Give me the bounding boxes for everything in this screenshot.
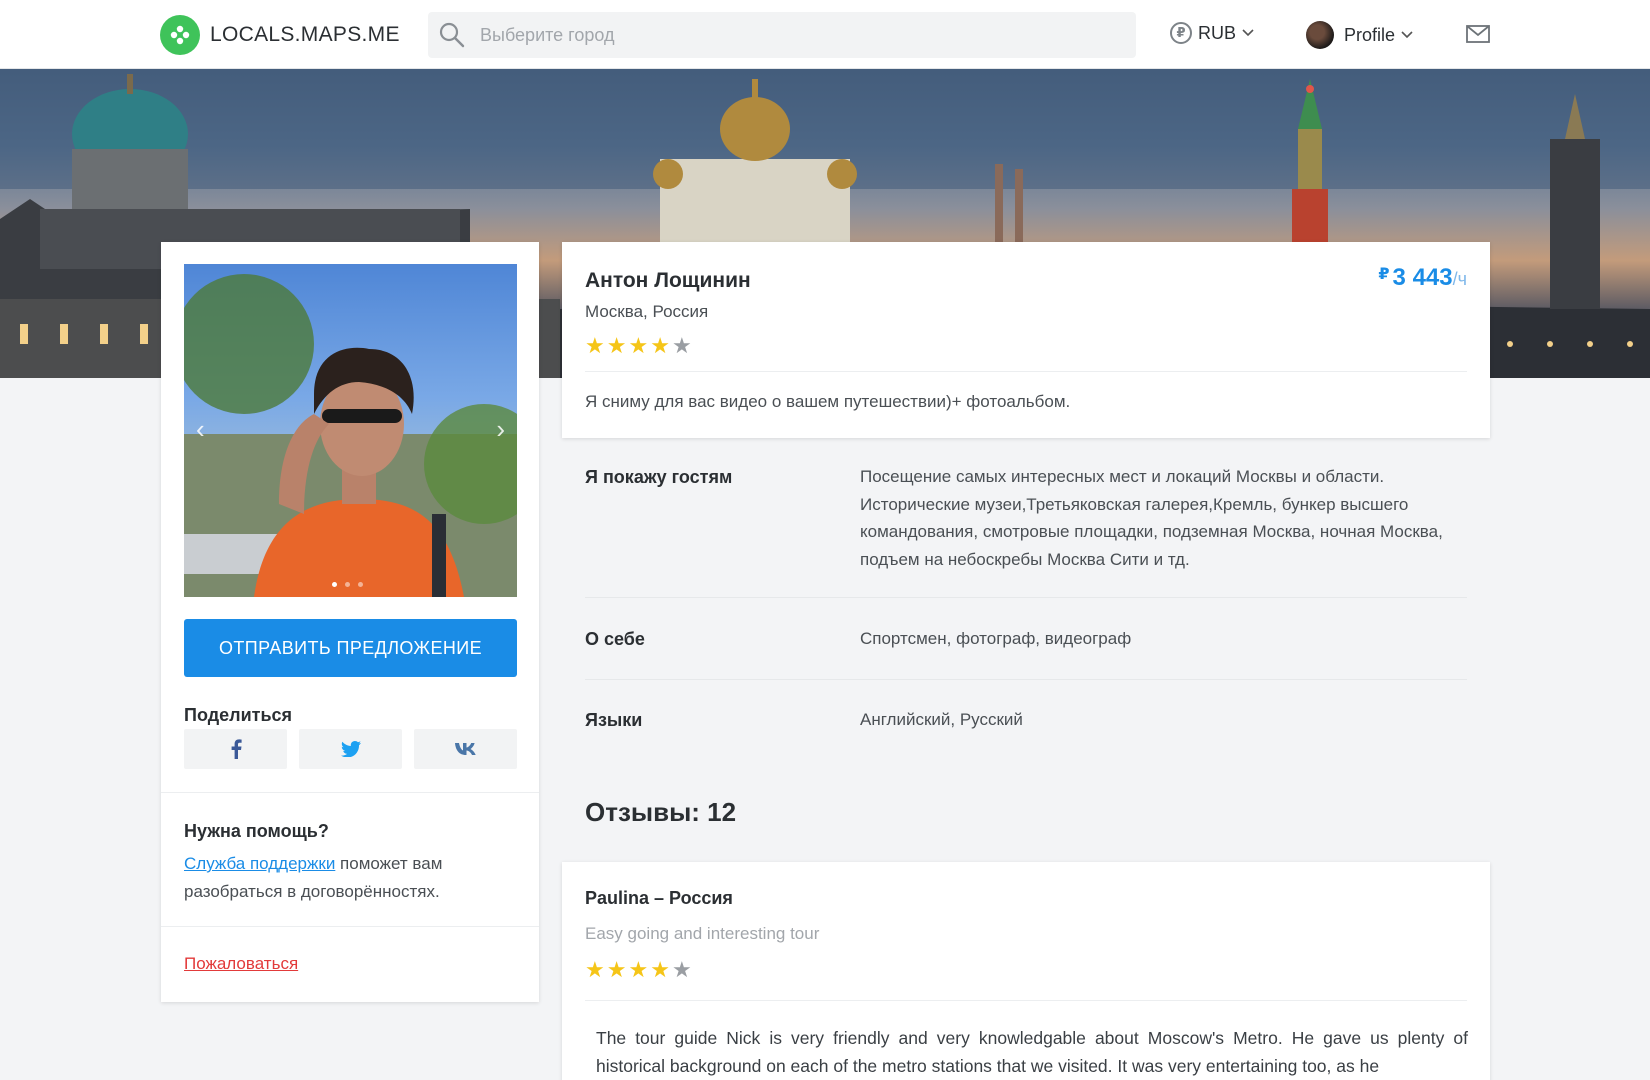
ruble-coin-icon: ₽	[1170, 22, 1192, 44]
star-icon: ★	[606, 333, 627, 358]
guide-location: Москва, Россия	[585, 302, 709, 321]
prev-photo-icon[interactable]: ‹	[196, 414, 205, 445]
star-icon: ★	[585, 957, 605, 982]
divider	[161, 926, 539, 927]
currency-selector[interactable]: ₽ RUB	[1170, 22, 1254, 44]
detail-row-about: О себе Спортсмен, фотограф, видеограф	[585, 598, 1467, 680]
top-header: LOCALS.MAPS.ME ₽ RUB Profile	[0, 0, 1650, 69]
star-icon: ★	[606, 957, 627, 982]
carousel-dot[interactable]	[332, 582, 337, 587]
report-link[interactable]: Пожаловаться	[184, 954, 298, 974]
support-link[interactable]: Служба поддержки	[184, 854, 335, 873]
logo[interactable]: LOCALS.MAPS.ME	[160, 15, 400, 55]
city-search[interactable]	[428, 12, 1136, 58]
help-text: Служба поддержки поможет вам разобраться…	[184, 850, 514, 906]
review-rating: ★ ★ ★ ★ ★	[585, 959, 692, 981]
divider	[161, 792, 539, 793]
detail-row-languages: Языки Английский, Русский	[585, 680, 1467, 758]
detail-label: О себе	[585, 629, 645, 649]
star-icon: ★	[585, 333, 605, 358]
guide-name: Антон Лощинин	[585, 269, 751, 292]
logo-text: LOCALS.MAPS.ME	[210, 23, 400, 46]
detail-row-show: Я покажу гостям Посещение самых интересн…	[585, 438, 1467, 598]
review-author: Paulina – Россия	[585, 888, 733, 908]
reviews-title: Отзывы: 12	[585, 797, 737, 827]
review-body: The tour guide Nick is very friendly and…	[596, 1028, 1468, 1076]
star-icon: ★	[650, 333, 670, 358]
guide-tagline: Я сниму для вас видео о вашем путешестви…	[585, 392, 1071, 411]
search-input[interactable]	[480, 24, 1080, 46]
vk-share-button[interactable]	[414, 729, 517, 769]
review-card: Paulina – Россия Easy going and interest…	[562, 862, 1490, 1080]
star-icon: ★	[671, 333, 692, 358]
twitter-icon	[340, 741, 361, 757]
twitter-share-button[interactable]	[299, 729, 402, 769]
chevron-down-icon	[1401, 31, 1413, 39]
share-title: Поделиться	[184, 705, 293, 725]
mail-icon[interactable]	[1466, 24, 1490, 44]
detail-value: Спортсмен, фотограф, видеограф	[860, 629, 1132, 648]
carousel-dot[interactable]	[345, 582, 350, 587]
price-value: 3 443	[1392, 264, 1453, 291]
avatar	[1306, 21, 1334, 49]
help-title: Нужна помощь?	[184, 821, 329, 841]
search-icon	[439, 22, 465, 48]
carousel-dot[interactable]	[358, 582, 363, 587]
currency-label: RUB	[1198, 22, 1237, 43]
guide-summary-card: Антон Лощинин Москва, Россия ★ ★ ★ ★ ★ ₽…	[562, 242, 1490, 438]
facebook-icon	[231, 739, 242, 759]
next-photo-icon[interactable]: ›	[496, 414, 505, 445]
detail-label: Я покажу гостям	[585, 467, 733, 487]
divider	[585, 1000, 1467, 1001]
share-buttons	[184, 729, 517, 769]
send-offer-button[interactable]: Отправить предложение	[184, 619, 517, 677]
price-currency: ₽	[1378, 266, 1390, 283]
guide-rating: ★ ★ ★ ★ ★	[585, 335, 692, 357]
detail-value: Английский, Русский	[860, 710, 1023, 729]
star-icon: ★	[671, 957, 692, 982]
guide-side-panel: ‹ › Отправить предложение Поделиться Нуж…	[161, 242, 539, 1002]
price-unit: /ч	[1452, 269, 1467, 289]
profile-menu[interactable]: Profile	[1306, 21, 1413, 49]
divider	[585, 371, 1467, 372]
vk-icon	[454, 743, 476, 755]
logo-icon	[160, 15, 200, 55]
guide-details: Я покажу гостям Посещение самых интересн…	[585, 438, 1467, 758]
review-title: Easy going and interesting tour	[585, 924, 820, 943]
star-icon: ★	[628, 957, 649, 982]
detail-value: Посещение самых интересных мест и локаци…	[860, 467, 1443, 569]
price: ₽3 443/ч	[1378, 264, 1467, 292]
chevron-down-icon	[1242, 29, 1254, 37]
detail-label: Языки	[585, 710, 643, 730]
guide-photo	[184, 274, 517, 597]
profile-label: Profile	[1344, 24, 1396, 45]
guide-photo-carousel[interactable]: ‹ ›	[184, 264, 517, 597]
star-icon: ★	[650, 957, 670, 982]
star-icon: ★	[628, 333, 649, 358]
carousel-dots	[332, 582, 363, 587]
facebook-share-button[interactable]	[184, 729, 287, 769]
